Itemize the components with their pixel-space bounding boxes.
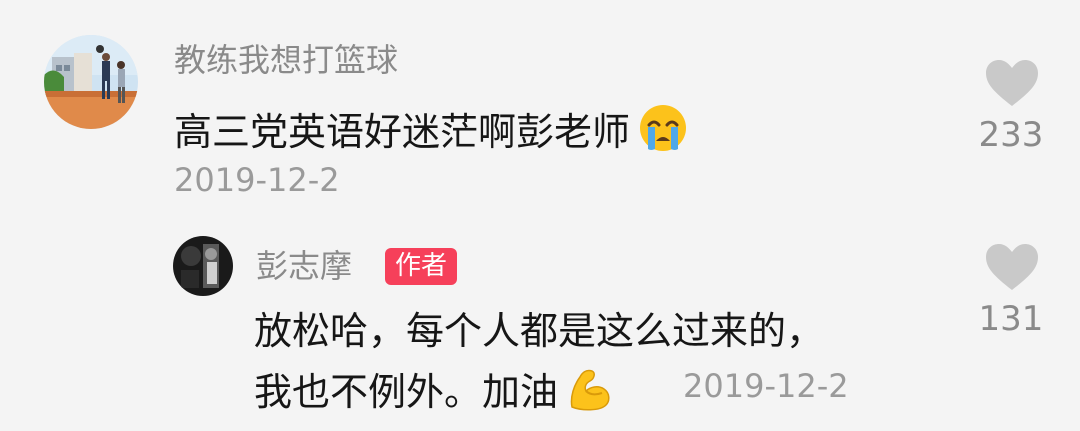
reply-text-line-2: 我也不例外。加油 xyxy=(254,365,614,419)
reply-like-count: 131 xyxy=(978,299,1044,339)
comment-text: 高三党英语好迷茫啊彭老师 xyxy=(174,103,688,159)
author-username[interactable]: 彭志摩 xyxy=(256,250,352,282)
reply-text-line-2-content: 我也不例外。加油 xyxy=(254,370,559,414)
heart-icon[interactable] xyxy=(984,242,1040,292)
commenter-username[interactable]: 教练我想打篮球 xyxy=(174,44,398,76)
crying-face-emoji-icon xyxy=(638,103,688,159)
comment-like-count: 233 xyxy=(978,115,1044,155)
commenter-avatar[interactable] xyxy=(44,35,138,129)
reply-text-line-1: 放松哈，每个人都是这么过来的， xyxy=(254,309,825,353)
flexed-biceps-emoji-icon xyxy=(566,365,614,419)
comment-date: 2019-12-2 xyxy=(174,161,340,199)
author-avatar[interactable] xyxy=(173,236,233,296)
comment-text-content: 高三党英语好迷茫啊彭老师 xyxy=(174,110,631,154)
comments-section: 教练我想打篮球 高三党英语好迷茫啊彭老师 2019-12-2 233 彭志摩 作… xyxy=(0,0,1080,431)
reply-date: 2019-12-2 xyxy=(683,367,849,405)
author-badge: 作者 xyxy=(385,248,458,285)
heart-icon[interactable] xyxy=(984,58,1040,108)
